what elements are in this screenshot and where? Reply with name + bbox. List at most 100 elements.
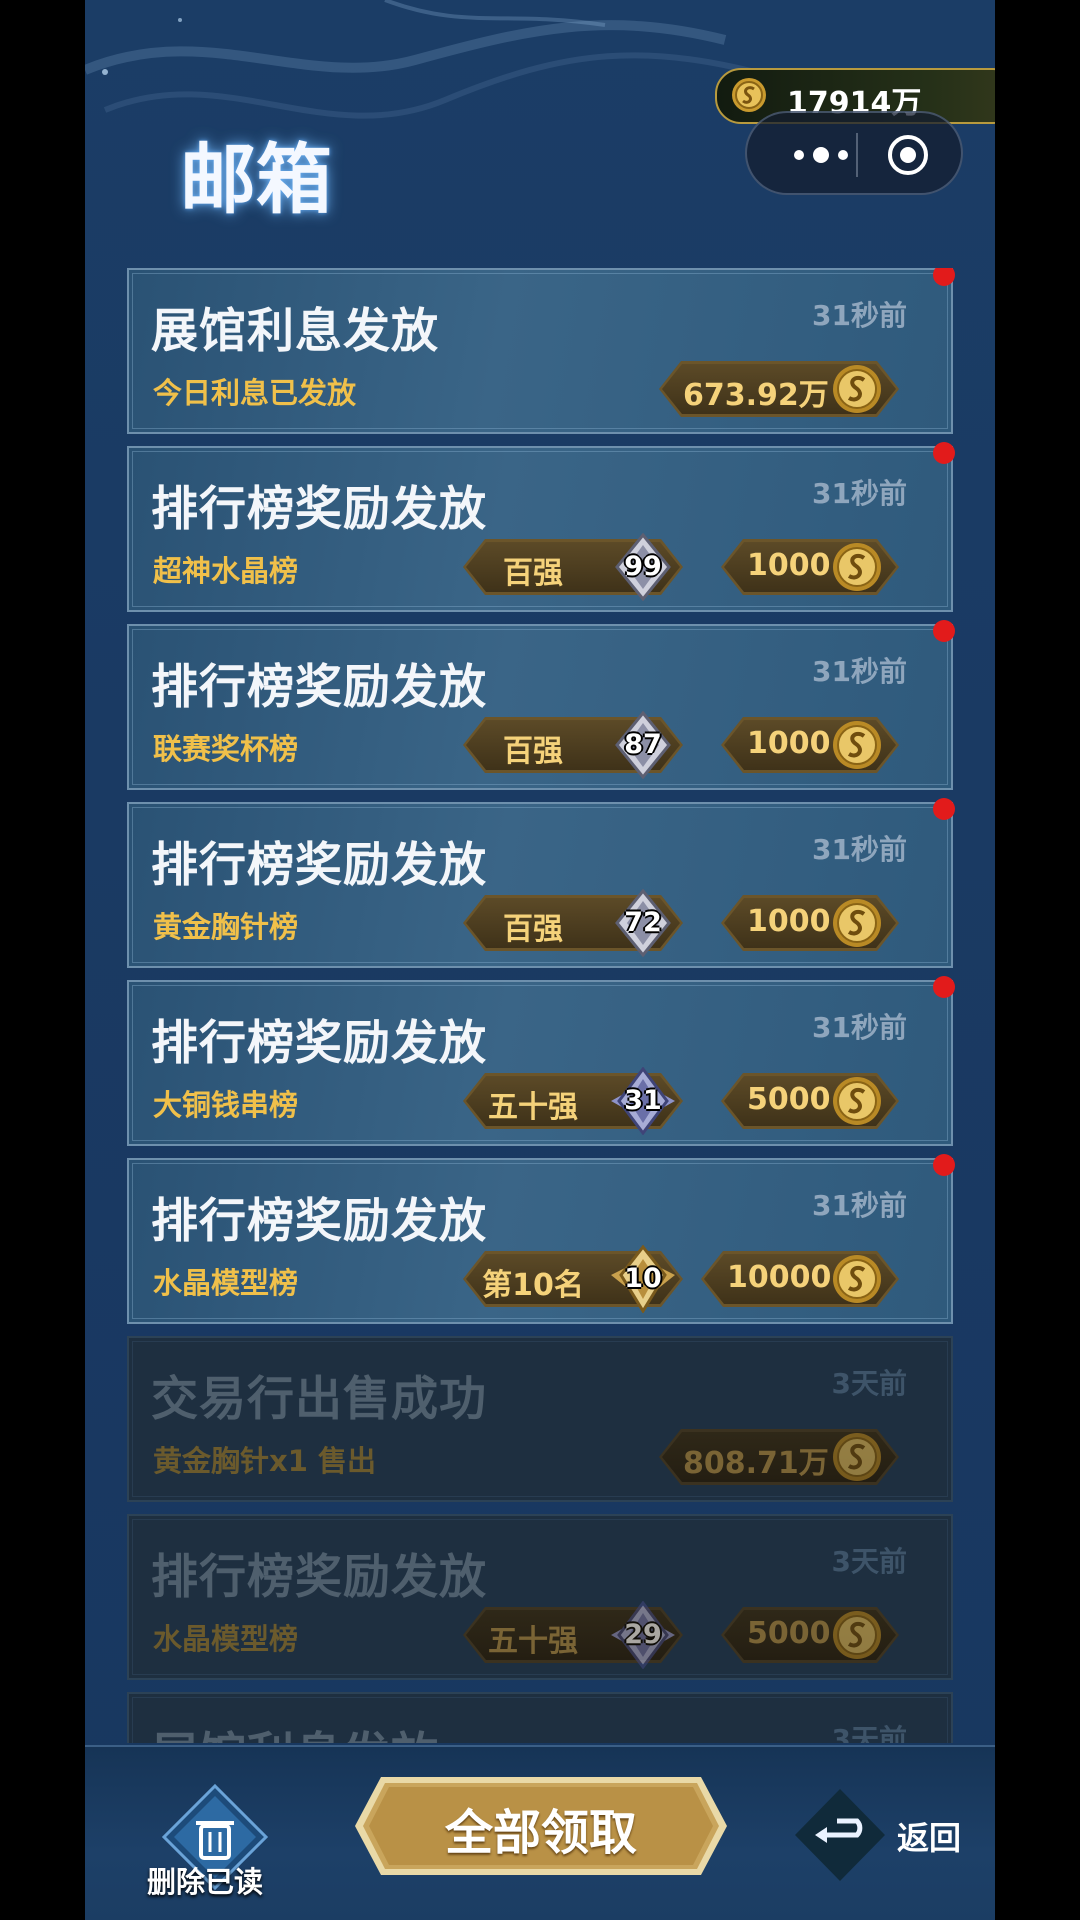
rank-number: 29 <box>624 1619 662 1650</box>
mail-subtitle: 今日利息已发放 <box>153 376 357 410</box>
mail-title: 排行榜奖励发放 <box>151 1550 487 1605</box>
claim-all-button[interactable]: 全部领取 <box>353 1775 729 1877</box>
mail-title: 排行榜奖励发放 <box>151 482 487 537</box>
rank-number: 10 <box>624 1263 662 1294</box>
mail-title: 排行榜奖励发放 <box>151 838 487 893</box>
rank-pill: 五十强 31 <box>463 1066 683 1136</box>
mail-time: 31秒前 <box>812 655 907 688</box>
mail-title: 交易行出售成功 <box>151 1372 487 1427</box>
mail-item[interactable]: 展馆利息发放 3天前 <box>127 1692 953 1743</box>
rank-label: 百强 <box>503 912 563 947</box>
reward-pill: 1000 <box>721 539 899 595</box>
back-label: 返回 <box>897 1819 962 1857</box>
reward-amount: 1000 <box>747 726 831 761</box>
rank-label: 第10名 <box>482 1268 584 1303</box>
reward-amount: 5000 <box>747 1616 831 1651</box>
unread-dot <box>933 976 955 998</box>
coin-icon <box>833 1255 881 1303</box>
reward-amount: 1000 <box>747 904 831 939</box>
mail-title: 排行榜奖励发放 <box>151 1194 487 1249</box>
reward-pill: 673.92万 <box>659 361 899 417</box>
mail-title: 展馆利息发放 <box>151 304 439 359</box>
miniprogram-capsule <box>745 111 963 195</box>
mail-time: 3天前 <box>831 1545 907 1578</box>
back-button[interactable]: 返回 <box>785 1785 985 1885</box>
delete-read-label: 删除已读 <box>147 1865 264 1899</box>
rank-label: 百强 <box>503 734 563 769</box>
back-arrow-icon <box>795 1789 885 1881</box>
rank-number: 87 <box>624 729 662 760</box>
page-title: 邮箱 <box>180 135 332 224</box>
rank-badge: 72 <box>609 888 677 958</box>
unread-dot <box>933 798 955 820</box>
reward-pill: 5000 <box>721 1607 899 1663</box>
bottom-bar: 删除已读 全部领取 返回 <box>85 1745 995 1920</box>
unread-dot <box>933 268 955 286</box>
claim-all-label: 全部领取 <box>444 1805 637 1861</box>
reward-amount: 5000 <box>747 1082 831 1117</box>
unread-dot <box>933 620 955 642</box>
mail-subtitle: 黄金胸针榜 <box>153 910 299 944</box>
mail-title: 排行榜奖励发放 <box>151 1016 487 1071</box>
coin-icon <box>732 78 766 112</box>
rank-number: 72 <box>624 907 662 938</box>
rank-badge: 31 <box>609 1066 677 1136</box>
mail-item[interactable]: 排行榜奖励发放 31秒前 黄金胸针榜 百强 72 1000 <box>127 798 955 968</box>
rank-badge: 29 <box>609 1600 677 1670</box>
reward-amount: 1000 <box>747 548 831 583</box>
mail-title: 排行榜奖励发放 <box>151 660 487 715</box>
mail-item[interactable]: 排行榜奖励发放 31秒前 水晶模型榜 第10名 10 10000 <box>127 1154 955 1324</box>
rank-pill: 第10名 10 <box>463 1244 683 1314</box>
unread-dot <box>933 442 955 464</box>
mail-subtitle: 超神水晶榜 <box>153 554 299 588</box>
rank-label: 百强 <box>503 556 563 591</box>
mail-subtitle: 大铜钱串榜 <box>153 1088 299 1122</box>
mail-time: 31秒前 <box>812 1011 907 1044</box>
mail-item[interactable]: 排行榜奖励发放 31秒前 大铜钱串榜 五十强 31 5000 <box>127 976 955 1146</box>
coin-icon <box>833 1433 881 1481</box>
rank-pill: 百强 99 <box>463 532 683 602</box>
mail-subtitle: 联赛奖杯榜 <box>153 732 299 766</box>
mail-title: 展馆利息发放 <box>151 1716 439 1743</box>
mailbox-screen: 17914万 邮箱 展馆利息发放 31秒前 今日利息已发放 673.92万 排行… <box>85 0 995 1920</box>
rank-pill: 五十强 29 <box>463 1600 683 1670</box>
rank-badge: 10 <box>609 1244 677 1314</box>
mail-list[interactable]: 展馆利息发放 31秒前 今日利息已发放 673.92万 排行榜奖励发放 31秒前… <box>127 268 955 1743</box>
reward-pill: 1000 <box>721 717 899 773</box>
mail-subtitle: 黄金胸针x1 售出 <box>153 1444 376 1478</box>
coin-icon <box>833 1611 881 1659</box>
coin-icon <box>833 543 881 591</box>
capsule-divider <box>856 133 858 177</box>
reward-amount: 10000 <box>727 1260 832 1295</box>
reward-pill: 10000 <box>701 1251 899 1307</box>
more-dots-icon[interactable] <box>785 141 857 169</box>
rank-badge: 99 <box>609 532 677 602</box>
coin-icon <box>833 365 881 413</box>
reward-pill: 5000 <box>721 1073 899 1129</box>
mail-time: 3天前 <box>831 1367 907 1400</box>
coin-icon <box>833 1077 881 1125</box>
rank-number: 99 <box>624 551 662 582</box>
rank-badge: 87 <box>609 710 677 780</box>
mail-time: 31秒前 <box>812 299 907 332</box>
reward-amount: 808.71万 <box>683 1446 829 1481</box>
mail-subtitle: 水晶模型榜 <box>153 1622 299 1656</box>
mail-time: 31秒前 <box>812 477 907 510</box>
reward-amount: 673.92万 <box>683 378 829 413</box>
rank-label: 五十强 <box>488 1624 578 1659</box>
mail-item[interactable]: 排行榜奖励发放 31秒前 超神水晶榜 百强 99 1000 <box>127 442 955 612</box>
reward-pill: 808.71万 <box>659 1429 899 1485</box>
mail-time: 31秒前 <box>812 1189 907 1222</box>
rank-pill: 百强 72 <box>463 888 683 958</box>
mail-item[interactable]: 排行榜奖励发放 31秒前 联赛奖杯榜 百强 87 1000 <box>127 620 955 790</box>
mail-subtitle: 水晶模型榜 <box>153 1266 299 1300</box>
mail-time: 3天前 <box>831 1723 907 1743</box>
coin-icon <box>833 721 881 769</box>
coin-icon <box>833 899 881 947</box>
rank-number: 31 <box>624 1085 662 1116</box>
mail-item[interactable]: 交易行出售成功 3天前 黄金胸针x1 售出 808.71万 <box>127 1336 953 1502</box>
mail-item[interactable]: 展馆利息发放 31秒前 今日利息已发放 673.92万 <box>127 268 955 434</box>
mail-item[interactable]: 排行榜奖励发放 3天前 水晶模型榜 五十强 29 5000 <box>127 1514 953 1680</box>
target-circle-icon[interactable] <box>887 134 929 176</box>
reward-pill: 1000 <box>721 895 899 951</box>
